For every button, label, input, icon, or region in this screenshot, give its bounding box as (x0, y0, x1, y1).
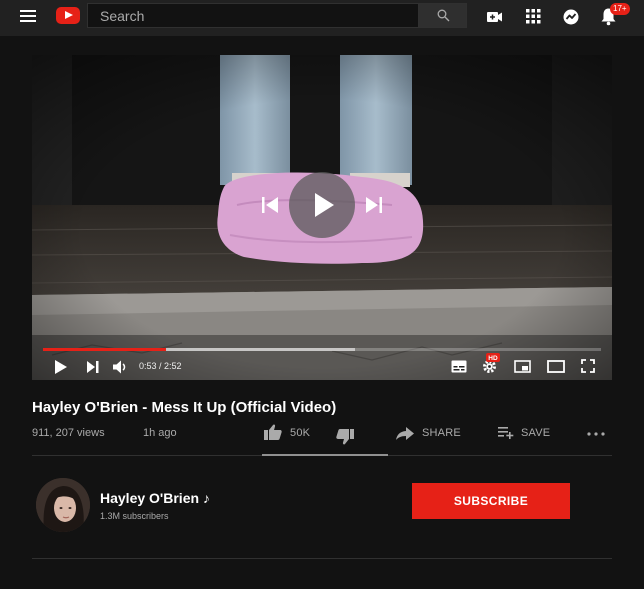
messages-icon[interactable] (562, 8, 580, 26)
avatar-image (36, 478, 90, 532)
search-box[interactable] (87, 3, 418, 28)
create-video-icon[interactable] (486, 10, 503, 24)
played-bar (43, 348, 166, 351)
volume-icon[interactable] (113, 360, 128, 374)
save-button[interactable]: SAVE (521, 427, 550, 439)
share-button[interactable]: SHARE (422, 427, 461, 439)
hd-badge-icon: HD (486, 353, 500, 362)
like-icon[interactable] (264, 424, 282, 440)
upload-age: 1h ago (143, 427, 177, 439)
notification-count-badge: 17+ (610, 3, 630, 15)
theater-mode-icon[interactable] (547, 360, 565, 373)
channel-avatar[interactable] (36, 478, 90, 532)
youtube-logo-icon[interactable] (56, 7, 80, 24)
progress-bar[interactable] (43, 348, 601, 351)
channel-divider (32, 558, 612, 559)
subscriber-count: 1.3M subscribers (100, 511, 169, 521)
more-actions-icon[interactable] (587, 432, 605, 436)
like-count: 50K (290, 427, 311, 439)
video-title: Hayley O'Brien - Mess It Up (Official Vi… (32, 399, 337, 416)
subscribe-button[interactable]: SUBSCRIBE (412, 483, 570, 519)
subtitles-icon[interactable] (451, 360, 467, 373)
search-icon (437, 9, 450, 22)
view-count: 911, 207 views (32, 427, 105, 439)
search-button[interactable] (418, 3, 467, 28)
like-ratio-fill (262, 454, 388, 456)
fullscreen-icon[interactable] (581, 359, 595, 373)
save-playlist-icon[interactable] (498, 427, 514, 439)
channel-name[interactable]: Hayley O'Brien ♪ (100, 490, 210, 506)
like-dislike-bar (262, 454, 388, 456)
search-input[interactable] (88, 4, 418, 27)
time-display: 0:53 / 2:52 (139, 361, 182, 371)
next-icon[interactable] (87, 361, 99, 373)
top-bar: 17+ (0, 0, 644, 36)
apps-grid-icon[interactable] (526, 9, 541, 24)
menu-icon[interactable] (20, 10, 36, 24)
dislike-icon[interactable] (336, 429, 354, 445)
video-frame (32, 55, 612, 380)
play-icon[interactable] (54, 360, 68, 374)
video-player[interactable]: 0:53 / 2:52 HD (32, 55, 612, 380)
miniplayer-icon[interactable] (514, 360, 531, 373)
share-icon[interactable] (396, 427, 414, 440)
hd-badge-text: HD (488, 355, 498, 362)
